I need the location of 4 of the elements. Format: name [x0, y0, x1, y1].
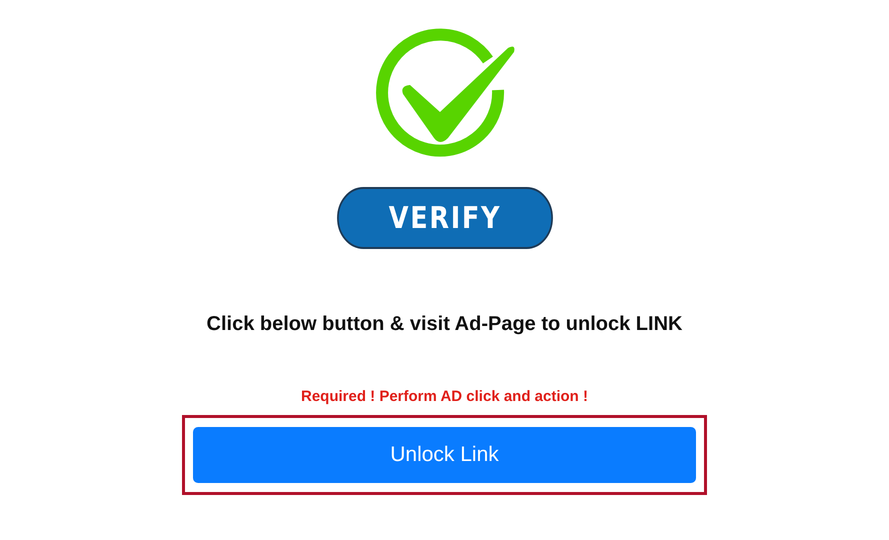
unlock-button[interactable]: Unlock Link: [193, 427, 696, 483]
warning-text: Required ! Perform AD click and action !: [301, 388, 588, 405]
verify-badge: VERIFY: [336, 187, 552, 249]
instruction-text: Click below button & visit Ad-Page to unlock LINK: [206, 313, 682, 336]
